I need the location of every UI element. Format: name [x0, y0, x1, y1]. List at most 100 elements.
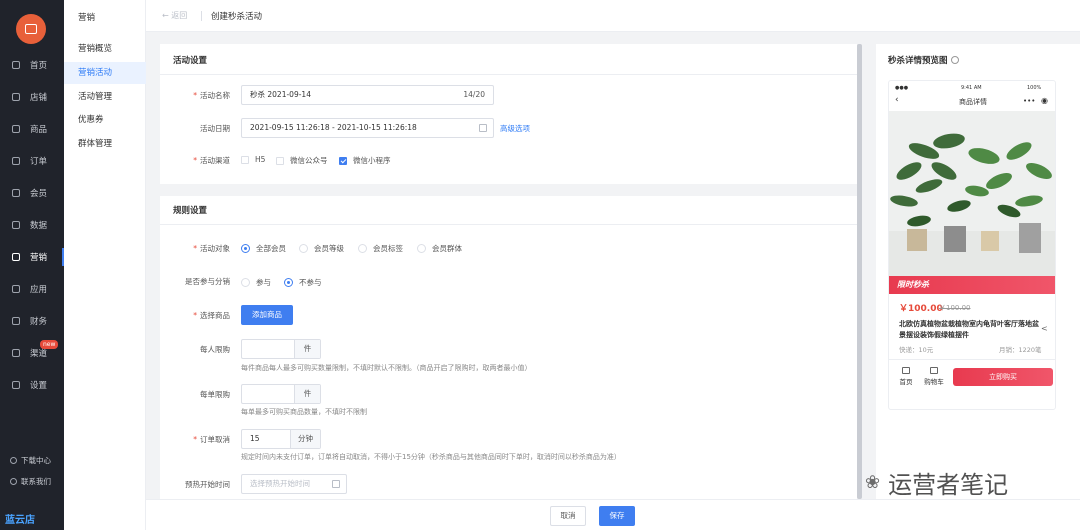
phone-nav-bar: ‹ 商品详情 ••• ◉ [889, 95, 1055, 109]
header-divider [201, 11, 202, 21]
required-mark: * [193, 156, 197, 165]
activity-settings-title: 活动设置 [173, 56, 208, 66]
app-logo[interactable] [16, 14, 46, 44]
cart-icon [930, 367, 938, 374]
distribution-join-radio[interactable]: 参与 [241, 277, 271, 288]
page-header: ← 返回 创建秒杀活动 [146, 0, 1080, 32]
nav-item-settings[interactable]: 设置 [0, 372, 64, 398]
nav-item-app[interactable]: 应用 [0, 276, 64, 302]
radio-label: 参与 [256, 278, 271, 287]
wechat-icon: ❀ [865, 472, 881, 493]
preheat-time-picker[interactable]: 选择预热开始时间 [241, 474, 347, 494]
phone-tab-label: 购物车 [924, 378, 944, 386]
page-title: 创建秒杀活动 [211, 12, 263, 22]
subnav-title: 营销 [78, 13, 96, 23]
phone-divider [889, 359, 1055, 360]
nav-item-channel[interactable]: 渠道 new [0, 340, 64, 366]
flash-sale-banner: 限时秒杀 [889, 276, 1055, 294]
subnav-item-coupons[interactable]: 优惠券 [64, 109, 146, 131]
back-link[interactable]: ← 返回 [162, 10, 187, 21]
unit-label: 分钟 [290, 430, 320, 448]
app-icon [12, 285, 20, 293]
nav-item-order[interactable]: 订单 [0, 148, 64, 174]
home-icon [12, 61, 20, 69]
per-order-limit-hint: 每单最多可购买商品数量，不填时不限制 [241, 408, 367, 416]
activity-target-label: * 活动对象 [160, 243, 230, 254]
activity-name-label: * 活动名称 [160, 90, 230, 101]
main-scrollbar[interactable] [857, 44, 862, 499]
radio-label: 不参与 [299, 278, 322, 287]
nav-item-goods[interactable]: 商品 [0, 116, 64, 142]
section-divider [160, 74, 857, 75]
main-nav: 首页 店铺 商品 订单 会员 数据 营销 应用 财务 渠道 new 设置 下载中心… [0, 0, 64, 530]
channel-h5-checkbox[interactable]: H5 [241, 155, 265, 164]
nav-item-label: 会员 [30, 189, 48, 199]
activity-date-picker[interactable]: 2021-09-15 11:26:18 - 2021-10-15 11:26:1… [241, 118, 494, 138]
activity-name-value: 秒杀 2021-09-14 [250, 90, 311, 99]
per-person-limit-input[interactable]: 件 [241, 339, 321, 359]
select-goods-label-text: 选择商品 [200, 311, 230, 320]
unit-label: 件 [294, 385, 320, 403]
subnav-item-activities[interactable]: 营销活动 [64, 62, 146, 84]
target-member-level-radio[interactable]: 会员等级 [299, 243, 344, 254]
radio-icon [417, 244, 426, 253]
subnav-item-overview[interactable]: 营销概览 [64, 38, 146, 60]
monthly-sales: 月销：1220笔 [999, 346, 1042, 354]
buy-now-button[interactable]: 立即购买 [953, 368, 1053, 386]
radio-checked-icon [241, 244, 250, 253]
share-icon[interactable]: < [1041, 324, 1048, 333]
distribution-not-join-radio[interactable]: 不参与 [284, 277, 322, 288]
activity-name-input[interactable]: 秒杀 2021-09-14 14/20 [241, 85, 494, 105]
nav-item-label: 商品 [30, 125, 48, 135]
target-all-members-radio[interactable]: 全部会员 [241, 243, 286, 254]
phone-tab-cart[interactable]: 购物车 [921, 367, 947, 386]
phone-tab-home[interactable]: 首页 [893, 367, 919, 386]
member-icon [12, 189, 20, 197]
nav-item-marketing[interactable]: 营销 [0, 244, 64, 270]
order-cancel-input[interactable]: 15 分钟 [241, 429, 321, 449]
shipping-fee: 快递：10元 [899, 346, 934, 354]
activity-date-label: 活动日期 [200, 124, 230, 133]
target-member-tag-radio[interactable]: 会员标签 [358, 243, 403, 254]
save-button[interactable]: 保存 [599, 506, 635, 526]
original-price: ￥100.00 [939, 304, 971, 312]
required-mark: * [193, 244, 197, 253]
channel-wechat-official-checkbox[interactable]: 微信公众号 [276, 155, 328, 166]
channel-icon [12, 349, 20, 357]
target-member-group-radio[interactable]: 会员群体 [417, 243, 462, 254]
radio-label: 会员等级 [314, 244, 344, 253]
contact-us-link[interactable]: 联系我们 [10, 476, 51, 487]
nav-item-label: 营销 [30, 253, 48, 263]
subnav-item-activity-management[interactable]: 活动管理 [64, 86, 146, 108]
advanced-options-link[interactable]: 高级选项 [500, 123, 530, 134]
contact-icon [10, 478, 17, 485]
subnav-item-groups[interactable]: 群体管理 [64, 133, 146, 155]
store-logo-icon [25, 24, 37, 34]
preview-panel: 秒杀详情预览图 ●●● 9:41 AM 100% ‹ 商品详情 ••• ◉ 限时… [876, 44, 1080, 499]
per-person-limit-label: 每人限购 [200, 345, 230, 354]
download-center-link[interactable]: 下载中心 [10, 455, 51, 466]
channel-label: 微信小程序 [353, 156, 391, 165]
nav-item-label: 店铺 [30, 93, 48, 103]
per-order-limit-input[interactable]: 件 [241, 384, 321, 404]
brand-name: 蓝云店 [5, 515, 35, 526]
nav-item-finance[interactable]: 财务 [0, 308, 64, 334]
phone-preview: ●●● 9:41 AM 100% ‹ 商品详情 ••• ◉ 限时秒杀 ￥100.… [888, 80, 1056, 410]
download-center-label: 下载中心 [21, 456, 51, 465]
nav-item-data[interactable]: 数据 [0, 212, 64, 238]
info-icon[interactable] [950, 56, 959, 64]
nav-item-home[interactable]: 首页 [0, 52, 64, 78]
add-goods-button[interactable]: 添加商品 [241, 305, 293, 325]
finance-icon [12, 317, 20, 325]
channel-wechat-miniprogram-checkbox[interactable]: 微信小程序 [339, 155, 391, 166]
signal-icon: ●●● [895, 85, 909, 91]
nav-item-member[interactable]: 会员 [0, 180, 64, 206]
nav-item-store[interactable]: 店铺 [0, 84, 64, 110]
preheat-time-placeholder: 选择预热开始时间 [250, 479, 310, 488]
nav-item-label: 设置 [30, 381, 48, 391]
product-image [889, 111, 1055, 276]
distribution-label: 是否参与分销 [185, 277, 230, 286]
activity-name-label-text: 活动名称 [200, 91, 230, 100]
more-icon: ••• [1023, 97, 1036, 105]
cancel-button[interactable]: 取消 [550, 506, 586, 526]
